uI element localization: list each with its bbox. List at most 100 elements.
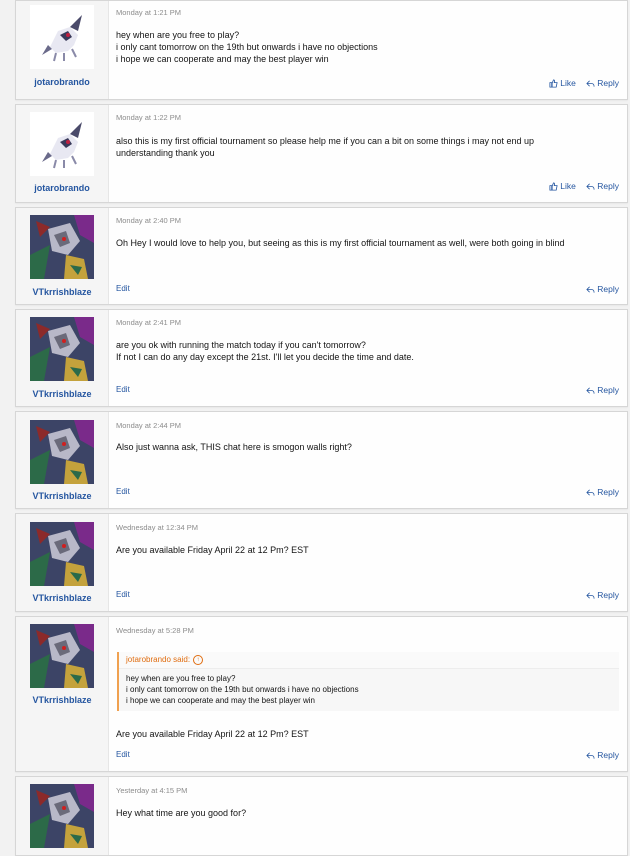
username-link[interactable]: jotarobrando: [16, 77, 108, 87]
message-content: Wednesday at 5:28 PM jotarobrando said: …: [116, 617, 619, 771]
message-line: i hope we can cooperate and may the best…: [116, 54, 329, 64]
quote-line: i hope we can cooperate and may the best…: [126, 696, 316, 705]
avatar[interactable]: [30, 215, 94, 279]
post-actions: Reply: [578, 487, 619, 499]
post-date[interactable]: Monday at 1:22 PM: [116, 113, 181, 122]
reply-label: Reply: [597, 385, 619, 395]
username-link[interactable]: VTkrrishblaze: [16, 491, 108, 501]
reply-button[interactable]: Reply: [586, 181, 619, 191]
avatar[interactable]: [30, 112, 94, 176]
absol-avatar-icon: [30, 112, 94, 176]
reply-icon: [586, 752, 595, 759]
message-line: understanding thank you: [116, 148, 215, 158]
username-link[interactable]: VTkrrishblaze: [16, 593, 108, 603]
reply-label: Reply: [597, 750, 619, 760]
edit-link[interactable]: Edit: [116, 385, 130, 394]
username-link[interactable]: VTkrrishblaze: [16, 389, 108, 399]
user-column: VTkrrishblaze: [16, 514, 109, 611]
post-date[interactable]: Wednesday at 12:34 PM: [116, 523, 198, 532]
post-date[interactable]: Monday at 2:41 PM: [116, 318, 181, 327]
giratina-avatar-icon: [30, 215, 94, 279]
message-line: i only cant tomorrow on the 19th but onw…: [116, 42, 378, 52]
giratina-avatar-icon: [30, 624, 94, 688]
message-line: If not I can do any day except the 21st.…: [116, 352, 414, 362]
username-link[interactable]: jotarobrando: [16, 183, 108, 193]
jump-to-quote-icon[interactable]: ↑: [193, 654, 204, 665]
user-column: VTkrrishblaze: [16, 617, 109, 771]
user-column: [16, 777, 109, 855]
message-post: VTkrrishblaze Monday at 2:44 PM Also jus…: [15, 411, 628, 509]
like-label: Like: [560, 78, 576, 88]
avatar[interactable]: [30, 624, 94, 688]
avatar[interactable]: [30, 784, 94, 848]
message-line: also this is my first official tournamen…: [116, 136, 535, 146]
username-link[interactable]: VTkrrishblaze: [16, 695, 108, 705]
message-post: VTkrrishblaze Wednesday at 12:34 PM Are …: [15, 513, 628, 612]
absol-avatar-icon: [30, 5, 94, 69]
edit-link[interactable]: Edit: [116, 284, 130, 293]
reply-icon: [586, 80, 595, 87]
message-content: Monday at 2:44 PM Also just wanna ask, T…: [116, 412, 619, 508]
message-post: jotarobrando Monday at 1:21 PM hey when …: [15, 0, 628, 100]
avatar[interactable]: [30, 420, 94, 484]
reply-label: Reply: [597, 590, 619, 600]
message-line: Oh Hey I would love to help you, but see…: [116, 238, 565, 248]
quote-header[interactable]: jotarobrando said: ↑: [119, 652, 619, 669]
user-column: jotarobrando: [16, 105, 109, 202]
message-line: Hey what time are you good for?: [116, 808, 247, 818]
message-body: Oh Hey I would love to help you, but see…: [116, 237, 619, 249]
giratina-avatar-icon: [30, 784, 94, 848]
avatar[interactable]: [30, 522, 94, 586]
post-date[interactable]: Yesterday at 4:15 PM: [116, 786, 187, 795]
post-date[interactable]: Monday at 2:44 PM: [116, 421, 181, 430]
reply-label: Reply: [597, 78, 619, 88]
reply-icon: [586, 286, 595, 293]
edit-link[interactable]: Edit: [116, 590, 130, 599]
message-body: are you ok with running the match today …: [116, 339, 619, 363]
quote-body: hey when are you free to play? i only ca…: [119, 669, 619, 711]
avatar[interactable]: [30, 5, 94, 69]
message-content: Monday at 1:21 PM hey when are you free …: [116, 1, 619, 99]
message-line: are you ok with running the match today …: [116, 340, 366, 350]
reply-button[interactable]: Reply: [586, 385, 619, 395]
message-line: hey when are you free to play?: [116, 30, 240, 40]
edit-link[interactable]: Edit: [116, 750, 130, 759]
message-post: VTkrrishblaze Monday at 2:41 PM are you …: [15, 309, 628, 407]
message-content: Monday at 1:22 PM also this is my first …: [116, 105, 619, 202]
message-body: hey when are you free to play? i only ca…: [116, 29, 619, 65]
message-line: Also just wanna ask, THIS chat here is s…: [116, 442, 352, 452]
like-label: Like: [560, 181, 576, 191]
reply-icon: [586, 387, 595, 394]
message-body: Are you available Friday April 22 at 12 …: [116, 544, 619, 556]
quote-block: jotarobrando said: ↑ hey when are you fr…: [117, 652, 619, 711]
message-post: VTkrrishblaze Monday at 2:40 PM Oh Hey I…: [15, 207, 628, 305]
message-content: Monday at 2:40 PM Oh Hey I would love to…: [116, 208, 619, 304]
message-body: Hey what time are you good for?: [116, 807, 619, 819]
edit-link[interactable]: Edit: [116, 487, 130, 496]
username-link[interactable]: VTkrrishblaze: [16, 287, 108, 297]
quote-line: i only cant tomorrow on the 19th but onw…: [126, 685, 359, 694]
post-date[interactable]: Monday at 2:40 PM: [116, 216, 181, 225]
reply-button[interactable]: Reply: [586, 487, 619, 497]
avatar[interactable]: [30, 317, 94, 381]
user-column: VTkrrishblaze: [16, 412, 109, 508]
reply-button[interactable]: Reply: [586, 284, 619, 294]
post-actions: Like Reply: [541, 78, 619, 90]
reply-icon: [586, 183, 595, 190]
like-button[interactable]: Like: [549, 181, 576, 191]
user-column: VTkrrishblaze: [16, 310, 109, 406]
message-body: Also just wanna ask, THIS chat here is s…: [116, 441, 619, 453]
post-actions: Reply: [578, 590, 619, 602]
message-body: Are you available Friday April 22 at 12 …: [116, 728, 619, 740]
reply-button[interactable]: Reply: [586, 750, 619, 760]
message-post: jotarobrando Monday at 1:22 PM also this…: [15, 104, 628, 203]
post-date[interactable]: Monday at 1:21 PM: [116, 8, 181, 17]
reply-icon: [586, 592, 595, 599]
giratina-avatar-icon: [30, 420, 94, 484]
post-date[interactable]: Wednesday at 5:28 PM: [116, 626, 194, 635]
message-content: Monday at 2:41 PM are you ok with runnin…: [116, 310, 619, 406]
like-button[interactable]: Like: [549, 78, 576, 88]
quote-author: jotarobrando said:: [126, 655, 191, 664]
reply-button[interactable]: Reply: [586, 78, 619, 88]
reply-button[interactable]: Reply: [586, 590, 619, 600]
